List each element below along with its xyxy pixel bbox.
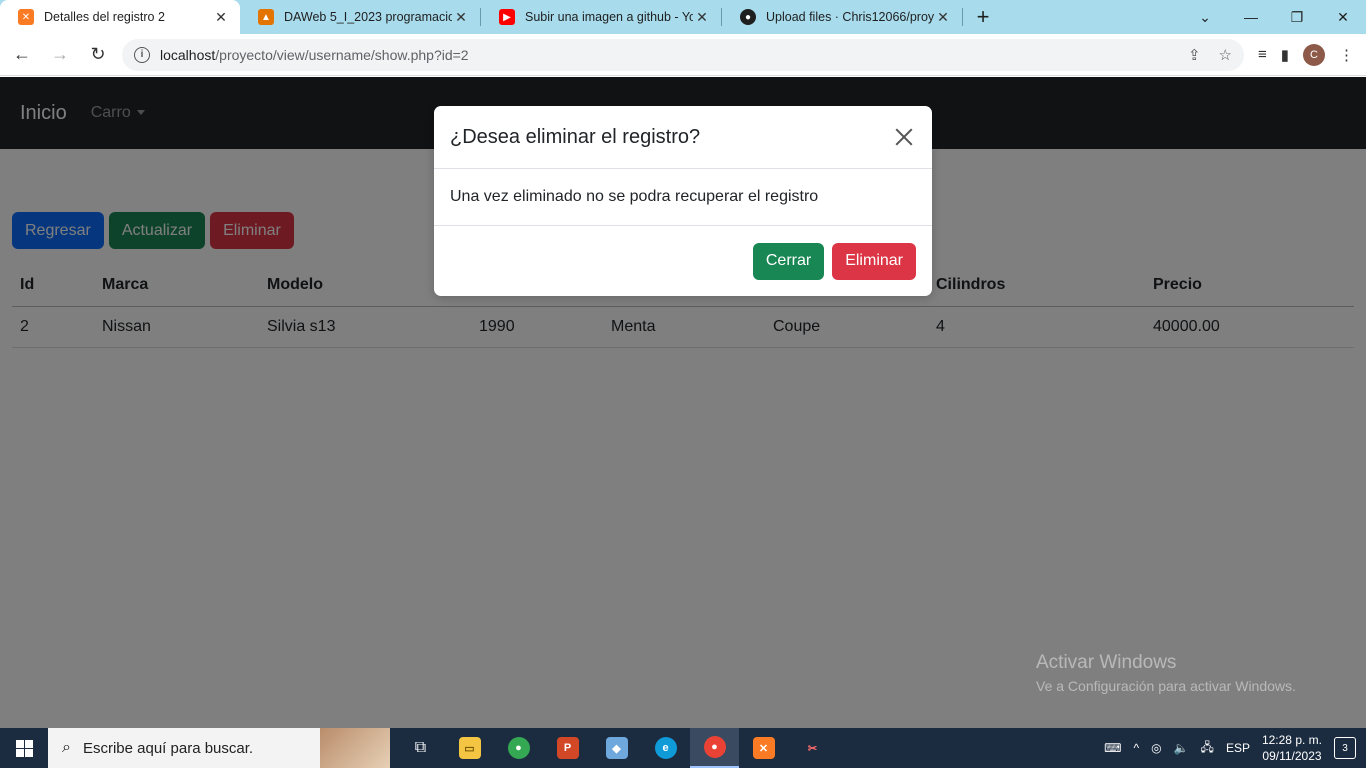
media-controls-icon[interactable]: ≡ [1258,46,1267,63]
xampp-taskbar-icon[interactable]: ✕ [739,728,788,768]
tab-title: Upload files · Chris12066/proyec [766,10,934,24]
keyboard-icon[interactable]: ⌨ [1104,741,1121,755]
system-tray: ⌨ ^ ◎ 🔈 🖧 ESP 12:28 p. m. 09/11/2023 3 [1104,732,1366,764]
task-view-icon[interactable]: ⧉ [396,728,445,768]
new-tab-button[interactable]: + [963,0,1003,34]
browser-toolbar: ← → ↻ i localhost/proyecto/view/username… [0,34,1366,76]
profile-avatar[interactable]: C [1303,43,1326,66]
toolbar-right: ≡ ▮ C ⋮ [1258,43,1354,66]
modal-title: ¿Desea eliminar el registro? [450,125,701,148]
tab-search-icon[interactable]: ⌄ [1182,0,1228,34]
forward-arrow-icon[interactable]: → [44,39,76,71]
tab-title: Subir una imagen a github - You [525,10,693,24]
notifications-icon[interactable]: 3 [1334,737,1356,759]
windows-activation-watermark: Activar Windows Ve a Configuración para … [1036,652,1296,694]
close-window-icon[interactable]: ✕ [1320,0,1366,34]
close-icon[interactable] [892,125,916,149]
window-controls: ⌄ — ❐ ✕ [1182,0,1366,34]
windows-logo-icon [15,739,33,757]
tab-close-icon[interactable]: ✕ [693,9,711,26]
virtualbox-icon[interactable]: ◆ [592,728,641,768]
clock-date: 09/11/2023 [1262,749,1322,763]
chrome-icon[interactable]: ● [494,728,543,768]
address-bar[interactable]: i localhost/proyecto/view/username/show.… [122,38,1244,71]
site-info-icon[interactable]: i [134,46,150,63]
github-icon: ● [740,9,756,25]
browser-tab-bar: ✕ Detalles del registro 2 ✕ ▲ DAWeb 5_I_… [0,0,1366,34]
minimize-icon[interactable]: — [1228,0,1274,34]
tab-close-icon[interactable]: ✕ [934,9,952,26]
menu-kebab-icon[interactable]: ⋮ [1339,46,1354,64]
tab-detalles[interactable]: ✕ Detalles del registro 2 ✕ [0,0,240,34]
modal-header: ¿Desea eliminar el registro? [434,106,932,169]
show-hidden-icons-icon[interactable]: ^ [1133,741,1139,755]
start-button[interactable] [0,728,48,768]
meet-now-icon[interactable]: ◎ [1151,741,1161,755]
modal-footer: Cerrar Eliminar [434,226,932,296]
network-icon[interactable]: 🖧 [1201,738,1214,759]
youtube-icon: ▶ [499,9,515,25]
search-highlight-image [320,728,390,768]
language-indicator[interactable]: ESP [1226,741,1250,755]
powerpoint-icon[interactable]: P [543,728,592,768]
restore-icon[interactable]: ❐ [1274,0,1320,34]
xampp-icon: ✕ [18,9,34,25]
modal-close-button[interactable]: Cerrar [752,242,825,280]
url-host: localhost [160,46,216,63]
reload-icon[interactable]: ↻ [82,39,114,71]
taskbar-search[interactable]: ⌕ Escribe aquí para buscar. [48,728,390,768]
modal-body: Una vez eliminado no se podra recuperar … [434,169,932,226]
tab-close-icon[interactable]: ✕ [212,9,230,26]
delete-confirm-modal: ¿Desea eliminar el registro? Una vez eli… [434,106,932,296]
chrome-profile-icon[interactable]: ● [690,728,739,768]
omnibox-actions: ⇪ ☆ [1188,46,1232,64]
tab-title: DAWeb 5_I_2023 programacion [284,10,452,24]
classroom-icon: ▲ [258,9,274,25]
windows-taskbar: ⌕ Escribe aquí para buscar. ⧉ ▭ ● P ◆ e … [0,728,1366,768]
tab-title: Detalles del registro 2 [44,10,165,24]
taskbar-apps: ⧉ ▭ ● P ◆ e ● ✕ ✂ [396,728,837,768]
notification-count: 3 [1342,742,1348,754]
edge-icon[interactable]: e [641,728,690,768]
modal-confirm-delete-button[interactable]: Eliminar [832,242,916,280]
share-icon[interactable]: ⇪ [1188,46,1201,64]
search-placeholder: Escribe aquí para buscar. [82,739,254,757]
tab-close-icon[interactable]: ✕ [452,9,470,26]
clock-time: 12:28 p. m. [1261,733,1322,747]
back-arrow-icon[interactable]: ← [6,39,38,71]
search-icon: ⌕ [62,739,71,756]
bookmark-star-icon[interactable]: ☆ [1219,46,1232,64]
tab-youtube[interactable]: ▶ Subir una imagen a github - You ✕ [481,0,721,34]
tab-github[interactable]: ● Upload files · Chris12066/proyec ✕ [722,0,962,34]
file-explorer-icon[interactable]: ▭ [445,728,494,768]
clock[interactable]: 12:28 p. m. 09/11/2023 [1262,732,1322,764]
side-panel-icon[interactable]: ▮ [1281,46,1289,64]
url-path: /proyecto/view/username/show.php?id=2 [215,46,469,63]
volume-muted-icon[interactable]: 🔈 [1174,741,1189,755]
watermark-line2: Ve a Configuración para activar Windows. [1036,678,1296,694]
tab-daweb[interactable]: ▲ DAWeb 5_I_2023 programacion ✕ [240,0,480,34]
snipping-tool-icon[interactable]: ✂ [788,728,837,768]
watermark-line1: Activar Windows [1036,652,1177,673]
